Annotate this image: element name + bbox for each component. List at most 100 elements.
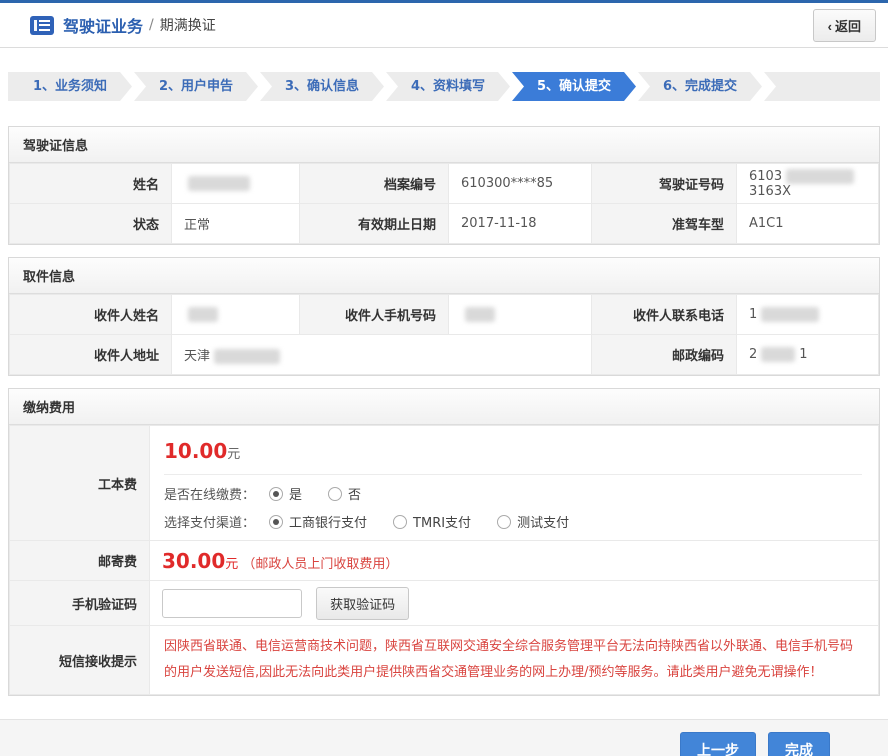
recipient-phone-label: 收件人联系电话	[592, 295, 737, 335]
channel-icbc-label: 工商银行支付	[289, 512, 367, 531]
license-info-table: 姓名 档案编号 610300****85 驾驶证号码 61033163X 状态 …	[9, 163, 879, 244]
sms-tip-label: 短信接收提示	[10, 626, 150, 695]
back-chevron-icon: ‹	[828, 19, 832, 34]
tab-step-2[interactable]: 2、用户申告	[134, 72, 258, 101]
captcha-label: 手机验证码	[10, 581, 150, 626]
back-button[interactable]: ‹返回	[813, 9, 876, 42]
redacted-license-no	[786, 169, 854, 184]
back-button-label: 返回	[835, 19, 861, 34]
postage-amount: 30.00	[162, 549, 225, 573]
table-row: 邮寄费 30.00元 （邮政人员上门收取费用）	[10, 541, 879, 581]
pickup-info-table: 收件人姓名 收件人手机号码 收件人联系电话 1 收件人地址 天津 邮政编码 21	[9, 294, 879, 375]
postcode-suffix: 1	[799, 347, 807, 362]
fee-unit: 元	[227, 447, 240, 462]
table-row: 收件人地址 天津 邮政编码 21	[10, 335, 879, 375]
name-value	[172, 164, 300, 204]
redacted-postcode	[761, 347, 795, 362]
redacted-address	[214, 349, 280, 364]
tab-step-4[interactable]: 4、资料填写	[386, 72, 510, 101]
online-pay-yes-option[interactable]: 是	[269, 484, 302, 503]
table-row: 姓名 档案编号 610300****85 驾驶证号码 61033163X	[10, 164, 879, 204]
recipient-phone-prefix: 1	[749, 307, 757, 322]
channel-icbc-option[interactable]: 工商银行支付	[269, 512, 367, 531]
table-row: 短信接收提示 因陕西省联通、电信运营商技术问题，陕西省互联网交通安全综合服务管理…	[10, 626, 879, 695]
status-label: 状态	[10, 204, 172, 244]
payment-panel: 缴纳费用 工本费 10.00元 是否在线缴费： 是 否 选择支付渠道： 工商银行…	[8, 388, 880, 696]
breadcrumb-separator: /	[149, 17, 154, 33]
pay-channel-question: 选择支付渠道：	[164, 512, 255, 531]
finish-button[interactable]: 完成	[768, 732, 830, 756]
postage-unit: 元	[225, 557, 238, 572]
recipient-name-value	[172, 295, 300, 335]
sms-tip-text: 因陕西省联通、电信运营商技术问题，陕西省互联网交通安全综合服务管理平台无法向持陕…	[164, 634, 862, 686]
footer-bar: 上一步 完成	[0, 719, 888, 756]
expiry-label: 有效期止日期	[300, 204, 449, 244]
pay-channel-row: 选择支付渠道： 工商银行支付 TMRI支付 测试支付	[164, 512, 878, 531]
online-pay-no-option[interactable]: 否	[328, 484, 361, 503]
postcode-prefix: 2	[749, 347, 757, 362]
postage-value: 30.00元 （邮政人员上门收取费用）	[150, 541, 879, 581]
expiry-value: 2017-11-18	[449, 204, 592, 244]
license-info-title: 驾驶证信息	[9, 127, 879, 163]
radio-unselected-icon[interactable]	[328, 487, 342, 501]
recipient-name-label: 收件人姓名	[10, 295, 172, 335]
channel-test-label: 测试支付	[517, 512, 569, 531]
postcode-value: 21	[737, 335, 879, 375]
vehicle-class-label: 准驾车型	[592, 204, 737, 244]
channel-tmri-label: TMRI支付	[413, 512, 471, 531]
page-header: 驾驶证业务 / 期满换证 ‹返回	[0, 3, 888, 48]
sms-tip-cell: 因陕西省联通、电信运营商技术问题，陕西省互联网交通安全综合服务管理平台无法向持陕…	[150, 626, 879, 695]
payment-table: 工本费 10.00元 是否在线缴费： 是 否 选择支付渠道： 工商银行支付 TM…	[9, 425, 879, 695]
table-row: 手机验证码 获取验证码	[10, 581, 879, 626]
pickup-info-panel: 取件信息 收件人姓名 收件人手机号码 收件人联系电话 1 收件人地址 天津 邮政…	[8, 257, 880, 376]
breadcrumb-current: 期满换证	[160, 15, 216, 35]
online-pay-row: 是否在线缴费： 是 否	[164, 484, 878, 503]
license-no-label: 驾驶证号码	[592, 164, 737, 204]
captcha-input[interactable]	[162, 589, 302, 618]
fee-amount-line: 10.00元	[164, 426, 862, 475]
radio-unselected-icon[interactable]	[393, 515, 407, 529]
table-row: 收件人姓名 收件人手机号码 收件人联系电话 1	[10, 295, 879, 335]
recipient-mobile-label: 收件人手机号码	[300, 295, 449, 335]
tab-step-6[interactable]: 6、完成提交	[638, 72, 762, 101]
online-pay-question: 是否在线缴费：	[164, 484, 255, 503]
file-no-label: 档案编号	[300, 164, 449, 204]
address-label: 收件人地址	[10, 335, 172, 375]
tabs-filler	[764, 72, 880, 101]
redacted-recipient-name	[188, 307, 218, 322]
fee-cell: 10.00元 是否在线缴费： 是 否 选择支付渠道： 工商银行支付 TMRI支付…	[150, 426, 879, 541]
get-captcha-button[interactable]: 获取验证码	[316, 587, 409, 620]
name-label: 姓名	[10, 164, 172, 204]
license-info-panel: 驾驶证信息 姓名 档案编号 610300****85 驾驶证号码 6103316…	[8, 126, 880, 245]
step-tabs: 1、业务须知 2、用户申告 3、确认信息 4、资料填写 5、确认提交 6、完成提…	[8, 72, 880, 101]
channel-test-option[interactable]: 测试支付	[497, 512, 569, 531]
tab-step-5-active[interactable]: 5、确认提交	[512, 72, 636, 101]
redacted-name	[188, 176, 250, 191]
redacted-recipient-phone	[761, 307, 819, 322]
address-value: 天津	[172, 335, 592, 375]
license-no-value: 61033163X	[737, 164, 879, 204]
recipient-mobile-value	[449, 295, 592, 335]
radio-unselected-icon[interactable]	[497, 515, 511, 529]
redacted-recipient-mobile	[465, 307, 495, 322]
license-business-icon	[30, 16, 54, 35]
recipient-phone-value: 1	[737, 295, 879, 335]
radio-selected-icon[interactable]	[269, 515, 283, 529]
previous-step-button[interactable]: 上一步	[680, 732, 756, 756]
postage-label: 邮寄费	[10, 541, 150, 581]
status-value: 正常	[172, 204, 300, 244]
fee-amount: 10.00	[164, 439, 227, 463]
postage-note: （邮政人员上门收取费用）	[242, 557, 398, 572]
tab-step-3[interactable]: 3、确认信息	[260, 72, 384, 101]
channel-tmri-option[interactable]: TMRI支付	[393, 512, 471, 531]
captcha-cell: 获取验证码	[150, 581, 879, 626]
license-no-suffix: 3163X	[749, 184, 791, 199]
table-row: 工本费 10.00元 是否在线缴费： 是 否 选择支付渠道： 工商银行支付 TM…	[10, 426, 879, 541]
fee-label: 工本费	[10, 426, 150, 541]
vehicle-class-value: A1C1	[737, 204, 879, 244]
tab-step-1[interactable]: 1、业务须知	[8, 72, 132, 101]
license-no-prefix: 6103	[749, 169, 782, 184]
radio-selected-icon[interactable]	[269, 487, 283, 501]
address-prefix: 天津	[184, 349, 210, 364]
file-no-value: 610300****85	[449, 164, 592, 204]
